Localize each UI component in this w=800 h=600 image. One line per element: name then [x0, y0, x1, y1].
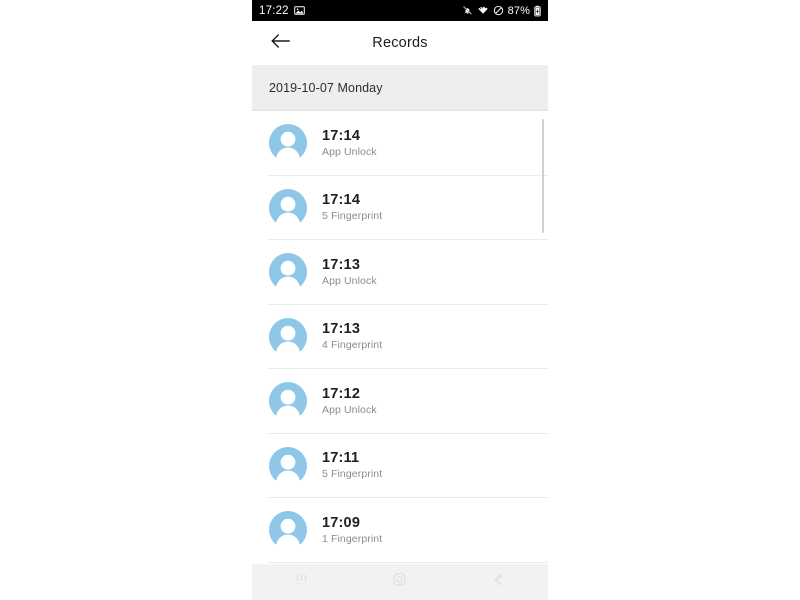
record-text: 17:13 4 Fingerprint [322, 321, 383, 352]
wifi-icon [477, 5, 489, 16]
phone-screen: 17:22 87% Records 2019-10-07 Monday 17:1… [252, 0, 548, 600]
user-avatar-icon [268, 317, 308, 357]
status-bar-right: 87% [462, 5, 541, 17]
system-navigation-bar [252, 564, 548, 600]
photo-icon [293, 5, 305, 16]
record-text: 17:13 App Unlock [322, 256, 377, 287]
home-icon [391, 571, 408, 593]
back-nav-button[interactable] [476, 567, 522, 597]
record-text: 17:09 1 Fingerprint [322, 514, 383, 545]
back-arrow-icon [270, 32, 291, 55]
do-not-disturb-icon [493, 5, 504, 16]
user-avatar-icon [268, 188, 308, 228]
recents-button[interactable] [278, 567, 324, 597]
user-avatar-icon [268, 510, 308, 550]
record-type: 1 Fingerprint [322, 532, 383, 545]
status-bar-left: 17:22 [259, 5, 305, 17]
record-row[interactable]: 17:13 4 Fingerprint [252, 305, 548, 370]
user-avatar-icon [268, 446, 308, 486]
record-type: 5 Fingerprint [322, 210, 383, 223]
home-button[interactable] [377, 567, 423, 597]
record-type: App Unlock [322, 145, 377, 158]
record-row[interactable]: 17:13 App Unlock [252, 240, 548, 305]
records-list[interactable]: 17:14 App Unlock 17:14 5 Fingerprint 17:13 Ap… [252, 111, 548, 563]
app-bar: Records [252, 21, 548, 65]
record-time: 17:13 [322, 321, 361, 338]
record-row[interactable]: 17:14 5 Fingerprint [252, 176, 548, 241]
recents-icon [293, 571, 310, 593]
record-row[interactable]: 17:14 App Unlock [252, 111, 548, 176]
back-button[interactable] [264, 27, 296, 59]
date-section-header: 2019-10-07 Monday [252, 65, 548, 111]
battery-percent-label: 87% [507, 4, 530, 17]
record-type: App Unlock [322, 274, 377, 287]
record-time: 17:11 [322, 450, 360, 467]
record-text: 17:11 5 Fingerprint [322, 450, 383, 481]
battery-icon [534, 5, 541, 17]
record-type: 4 Fingerprint [322, 339, 383, 352]
record-time: 17:14 [322, 192, 361, 209]
record-time: 17:12 [322, 385, 361, 402]
record-type: 5 Fingerprint [322, 468, 383, 481]
record-time: 17:09 [322, 514, 361, 531]
bell-muted-icon [462, 5, 473, 16]
record-row[interactable]: 17:09 1 Fingerprint [252, 498, 548, 563]
record-text: 17:14 5 Fingerprint [322, 192, 383, 223]
record-time: 17:13 [322, 256, 361, 273]
user-avatar-icon [268, 381, 308, 421]
record-time: 17:14 [322, 127, 361, 144]
status-bar: 17:22 87% [252, 0, 548, 21]
record-text: 17:12 App Unlock [322, 385, 377, 416]
back-icon [490, 571, 507, 593]
user-avatar-icon [268, 123, 308, 163]
record-row[interactable]: 17:11 5 Fingerprint [252, 434, 548, 499]
date-label: 2019-10-07 Monday [269, 80, 383, 95]
record-type: App Unlock [322, 403, 377, 416]
status-clock: 17:22 [259, 4, 289, 17]
user-avatar-icon [268, 252, 308, 292]
record-row[interactable]: 17:12 App Unlock [252, 369, 548, 434]
page-title: Records [372, 35, 428, 51]
record-text: 17:14 App Unlock [322, 127, 377, 158]
vertical-scrollbar[interactable] [542, 119, 544, 233]
